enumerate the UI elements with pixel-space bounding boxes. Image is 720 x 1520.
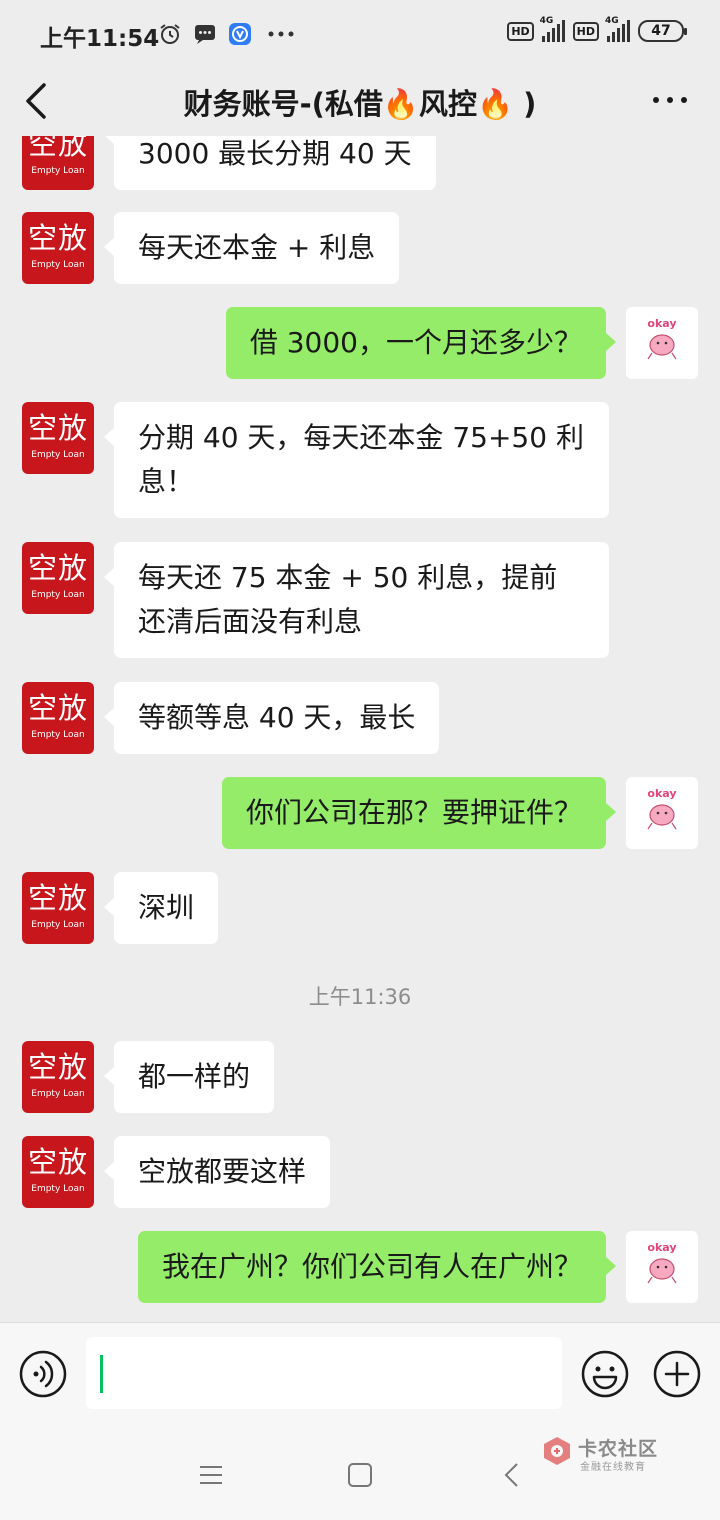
- add-attachment-icon[interactable]: [652, 1349, 702, 1399]
- contact-avatar[interactable]: 空放 Empty Loan: [22, 872, 94, 944]
- message-bubble-incoming[interactable]: 3000 最长分期 40 天: [104, 136, 436, 190]
- signal-icon: 4G: [605, 16, 630, 42]
- more-dots-icon: [268, 31, 294, 37]
- back-icon[interactable]: [497, 1460, 527, 1490]
- contact-avatar[interactable]: 空放 Empty Loan: [22, 136, 94, 190]
- sticker-avatar-icon: okay: [647, 787, 677, 830]
- emoji-icon[interactable]: [580, 1349, 630, 1399]
- svg-text:okay: okay: [647, 1241, 676, 1254]
- message-icon: [195, 25, 215, 44]
- message-bubble-outgoing[interactable]: 借 3000，一个月还多少？: [225, 307, 617, 379]
- message-timestamp: 上午11:36: [308, 985, 412, 1009]
- status-bar: 上午11:54 HD 4G HD 4G 47: [0, 0, 720, 66]
- home-icon[interactable]: [345, 1460, 375, 1490]
- my-avatar[interactable]: okay: [626, 1231, 698, 1303]
- contact-avatar[interactable]: 空放 Empty Loan: [22, 542, 94, 614]
- message-bubble-incoming[interactable]: 深圳: [103, 872, 219, 944]
- status-right: HD 4G HD 4G 47: [507, 16, 687, 42]
- chat-title: 财务账号-(私借🔥风控🔥 ): [183, 87, 537, 121]
- my-avatar[interactable]: okay: [626, 777, 698, 849]
- contact-avatar[interactable]: 空放 Empty Loan: [22, 682, 94, 754]
- message-input[interactable]: [86, 1337, 562, 1409]
- message-bubble-outgoing[interactable]: 你们公司在那？要押证件？: [221, 777, 617, 849]
- app-icon: [229, 23, 251, 45]
- chat-header: 财务账号-(私借🔥风控🔥 ): [0, 66, 720, 136]
- message-bubble-incoming[interactable]: 分期 40 天，每天还本金 75+50 利息！: [104, 402, 609, 518]
- hd-badge: HD: [507, 21, 534, 41]
- message-bubble-outgoing[interactable]: 我在广州？你们公司有人在广州？: [137, 1231, 617, 1303]
- message-bubble-incoming[interactable]: 都一样的: [103, 1041, 275, 1113]
- watermark-title: 卡农社区: [578, 1438, 659, 1460]
- status-time: 上午11:54: [40, 26, 160, 52]
- sticker-avatar-icon: okay: [647, 317, 677, 360]
- contact-avatar[interactable]: 空放 Empty Loan: [22, 402, 94, 474]
- network-type: 4G: [539, 16, 554, 26]
- voice-input-icon[interactable]: [18, 1349, 68, 1399]
- alarm-icon: [160, 24, 180, 44]
- message-bubble-incoming[interactable]: 每天还 75 本金 + 50 利息，提前还清后面没有利息: [104, 542, 609, 658]
- signal-icon: 4G: [540, 16, 565, 42]
- battery-icon: 47: [638, 20, 687, 42]
- my-avatar[interactable]: okay: [626, 307, 698, 379]
- system-nav-bar: 卡农社区 金融在线教育: [0, 1424, 720, 1520]
- chat-messages[interactable]: 空放 Empty Loan 3000 最长分期 40 天 空放 Empty Loan…: [0, 136, 720, 1322]
- watermark-logo-icon: [544, 1437, 570, 1465]
- svg-text:okay: okay: [647, 787, 676, 800]
- message-bubble-incoming[interactable]: 每天还本金 + 利息: [103, 212, 400, 284]
- message-bubble-incoming[interactable]: 空放都要这样: [103, 1136, 331, 1208]
- contact-avatar[interactable]: 空放 Empty Loan: [22, 212, 94, 284]
- watermark-subtitle: 金融在线教育: [580, 1462, 646, 1473]
- text-caret: [100, 1355, 103, 1393]
- more-options-icon[interactable]: [650, 88, 690, 112]
- menu-icon[interactable]: [196, 1460, 226, 1490]
- hd-badge: HD: [572, 21, 599, 41]
- svg-text:okay: okay: [647, 317, 676, 330]
- sticker-avatar-icon: okay: [647, 1241, 677, 1284]
- network-type: 4G: [605, 16, 619, 26]
- input-bar: [0, 1322, 720, 1425]
- contact-avatar[interactable]: 空放 Empty Loan: [22, 1041, 94, 1113]
- message-bubble-incoming[interactable]: 等额等息 40 天，最长: [103, 682, 440, 754]
- contact-avatar[interactable]: 空放 Empty Loan: [22, 1136, 94, 1208]
- watermark: 卡农社区 金融在线教育: [540, 1432, 670, 1473]
